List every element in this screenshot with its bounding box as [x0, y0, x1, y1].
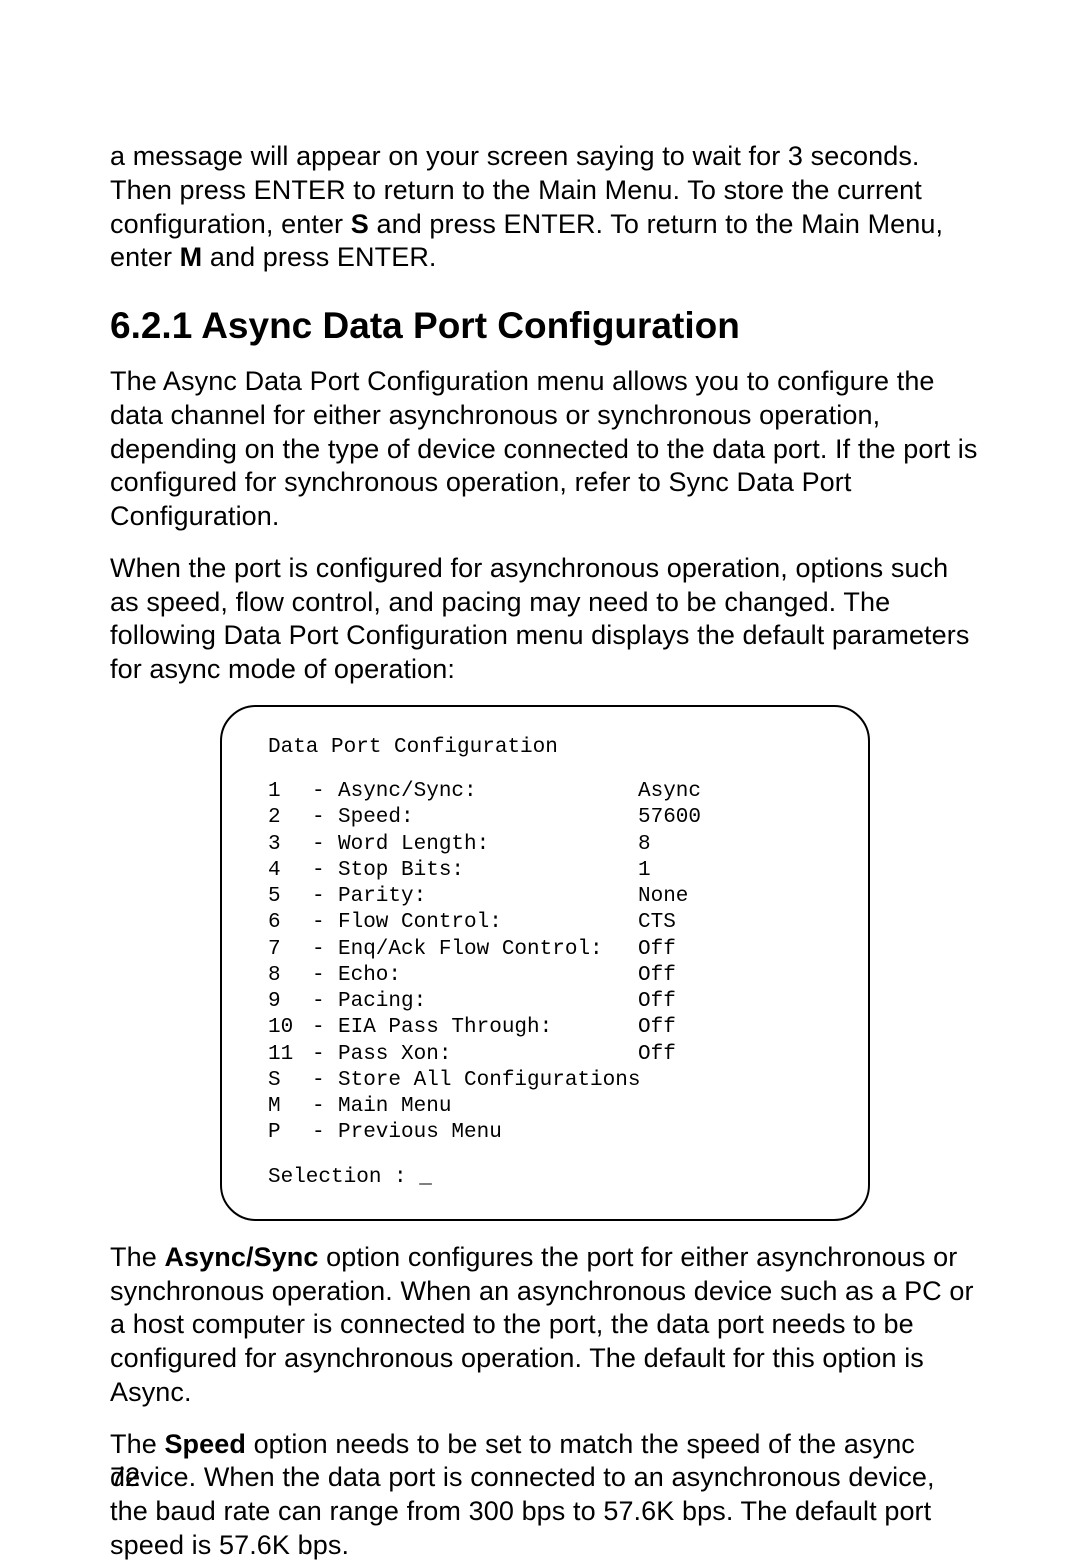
terminal-row-separator: - [312, 1068, 338, 1094]
terminal-row-label: Async/Sync: [338, 779, 638, 805]
terminal-row-label: Stop Bits: [338, 858, 638, 884]
terminal-row-key: P [268, 1120, 312, 1146]
terminal-row-label: Pass Xon: [338, 1042, 638, 1068]
terminal-row-label: Word Length: [338, 832, 638, 858]
terminal-row: 6- Flow Control:CTS [268, 910, 822, 936]
terminal-row-value: Off [638, 937, 676, 963]
terminal-row-label: Speed: [338, 805, 638, 831]
terminal-row-value: 1 [638, 858, 651, 884]
terminal-row-value: Off [638, 989, 676, 1015]
terminal-row: 11- Pass Xon:Off [268, 1042, 822, 1068]
terminal-row-value: 8 [638, 832, 651, 858]
terminal-row-separator: - [312, 858, 338, 884]
terminal-prompt: Selection : _ [268, 1165, 822, 1191]
terminal-row-label: Echo: [338, 963, 638, 989]
terminal-row-separator: - [312, 805, 338, 831]
intro-key-s: S [351, 209, 369, 239]
terminal-row: 5- Parity:None [268, 884, 822, 910]
terminal-row-label: Parity: [338, 884, 638, 910]
terminal-row-label: Previous Menu [338, 1120, 638, 1146]
terminal-row: 10- EIA Pass Through:Off [268, 1015, 822, 1041]
terminal-row-key: 4 [268, 858, 312, 884]
terminal-screen: Data Port Configuration 1- Async/Sync:As… [220, 705, 870, 1221]
terminal-row: P- Previous Menu [268, 1120, 822, 1146]
terminal-row-key: 11 [268, 1042, 312, 1068]
terminal-row: 4- Stop Bits:1 [268, 858, 822, 884]
speed-paragraph: The Speed option needs to be set to matc… [110, 1428, 980, 1563]
terminal-row-separator: - [312, 910, 338, 936]
terminal-row-key: 8 [268, 963, 312, 989]
terminal-row-key: 5 [268, 884, 312, 910]
terminal-row-key: 7 [268, 937, 312, 963]
terminal-row: 9- Pacing:Off [268, 989, 822, 1015]
terminal-title: Data Port Configuration [268, 735, 822, 761]
desc-paragraph-1: The Async Data Port Configuration menu a… [110, 365, 980, 534]
async-text-pre: The [110, 1242, 164, 1272]
terminal-row: 2- Speed:57600 [268, 805, 822, 831]
terminal-row: S- Store All Configurations [268, 1068, 822, 1094]
terminal-row-separator: - [312, 989, 338, 1015]
terminal-row-label: Flow Control: [338, 910, 638, 936]
terminal-row-key: 2 [268, 805, 312, 831]
speed-text-pre: The [110, 1429, 164, 1459]
terminal-row-label: EIA Pass Through: [338, 1015, 638, 1041]
terminal-row-separator: - [312, 1094, 338, 1120]
terminal-row-value: Off [638, 963, 676, 989]
terminal-row: 1- Async/Sync:Async [268, 779, 822, 805]
terminal-row-separator: - [312, 1042, 338, 1068]
terminal-row-separator: - [312, 1015, 338, 1041]
speed-bold: Speed [164, 1429, 246, 1459]
terminal-row-value: Async [638, 779, 701, 805]
desc-paragraph-2: When the port is configured for asynchro… [110, 552, 980, 687]
terminal-row-label: Main Menu [338, 1094, 638, 1120]
terminal-row-value: Off [638, 1042, 676, 1068]
terminal-row-separator: - [312, 884, 338, 910]
terminal-container: Data Port Configuration 1- Async/Sync:As… [110, 705, 980, 1221]
page-number: 72 [110, 1462, 140, 1493]
terminal-row-key: S [268, 1068, 312, 1094]
intro-paragraph: a message will appear on your screen say… [110, 140, 980, 275]
page: a message will appear on your screen say… [0, 0, 1080, 1553]
terminal-row-value: 57600 [638, 805, 701, 831]
terminal-row: M- Main Menu [268, 1094, 822, 1120]
terminal-row-value: Off [638, 1015, 676, 1041]
terminal-row-key: M [268, 1094, 312, 1120]
terminal-row-separator: - [312, 832, 338, 858]
terminal-row-key: 3 [268, 832, 312, 858]
terminal-row: 8- Echo:Off [268, 963, 822, 989]
terminal-row-key: 10 [268, 1015, 312, 1041]
terminal-row-key: 6 [268, 910, 312, 936]
terminal-row-value: None [638, 884, 688, 910]
terminal-row-value: CTS [638, 910, 676, 936]
intro-text-3: and press ENTER. [202, 242, 436, 272]
terminal-row-separator: - [312, 779, 338, 805]
terminal-rows: 1- Async/Sync:Async2- Speed:576003- Word… [268, 779, 822, 1147]
terminal-row-label: Enq/Ack Flow Control: [338, 937, 638, 963]
terminal-row-separator: - [312, 937, 338, 963]
async-sync-paragraph: The Async/Sync option configures the por… [110, 1241, 980, 1410]
section-heading: 6.2.1 Async Data Port Configuration [110, 305, 980, 347]
terminal-row-label: Store All Configurations [338, 1068, 638, 1094]
terminal-row-separator: - [312, 1120, 338, 1146]
terminal-row: 3- Word Length:8 [268, 832, 822, 858]
intro-key-m: M [180, 242, 203, 272]
terminal-row-label: Pacing: [338, 989, 638, 1015]
terminal-row-separator: - [312, 963, 338, 989]
terminal-row-key: 1 [268, 779, 312, 805]
async-sync-bold: Async/Sync [164, 1242, 318, 1272]
terminal-row-key: 9 [268, 989, 312, 1015]
terminal-row: 7- Enq/Ack Flow Control:Off [268, 937, 822, 963]
